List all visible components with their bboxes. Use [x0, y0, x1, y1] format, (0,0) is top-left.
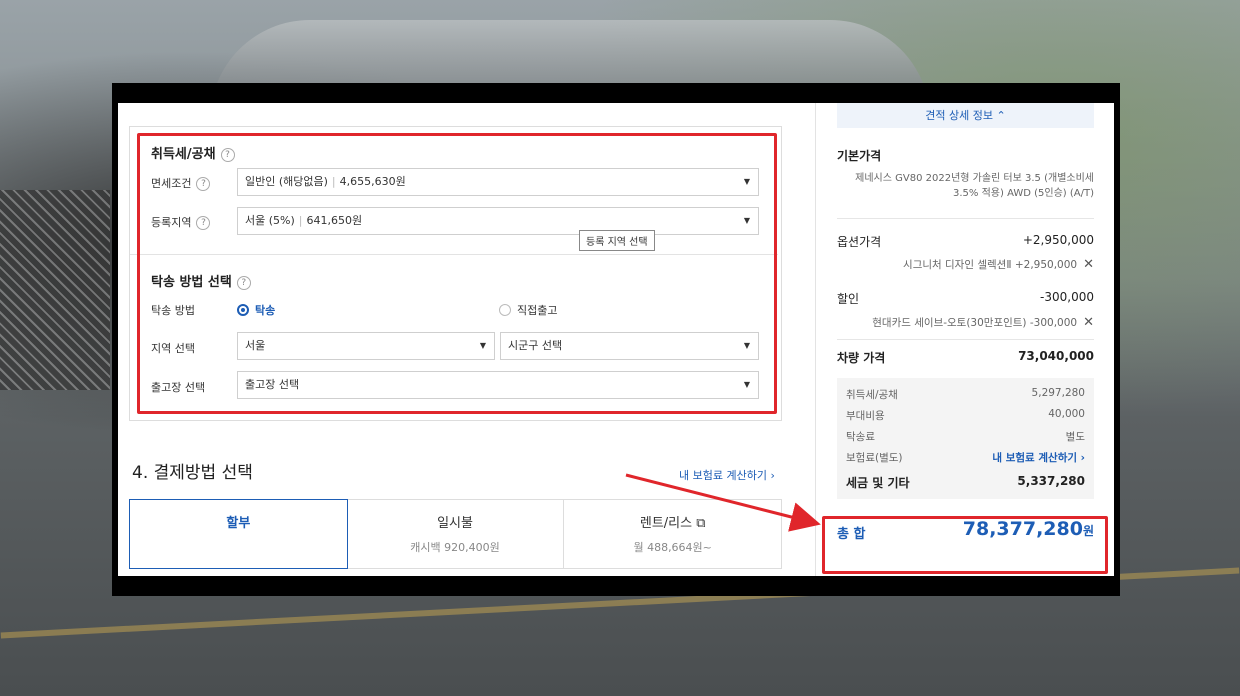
tax-total-row: 세금 및 기타 5,337,280: [846, 474, 1085, 490]
option-item-row: 시그니처 디자인 셀렉션Ⅱ +2,950,000 ✕: [903, 257, 1094, 272]
base-price-desc: 제네시스 GV80 2022년형 가솔린 터보 3.5 (개별소비세 3.5% …: [855, 173, 1094, 199]
tax-row: 탁송료 별도: [846, 431, 1085, 443]
tax-row: 취득세/공채 5,297,280: [846, 387, 1085, 401]
tax-row: 부대비용 40,000: [846, 408, 1085, 422]
base-price-label: 기본가격: [837, 149, 882, 163]
highlight-box-left: [137, 133, 777, 414]
highlight-box-total: [822, 516, 1108, 574]
left-column: 취득세/공채? 면세조건? 일반인 (해당없음) | 4,655,630원 ▼ 등록…: [118, 103, 815, 576]
discount-item-row: 현대카드 세이브-오토(30만포인트) -300,000 ✕: [872, 315, 1094, 330]
tab-installment[interactable]: 할부: [129, 499, 348, 569]
tax-row: 보험료(별도) 내 보험료 계산하기 ›: [846, 450, 1085, 465]
remove-option-icon[interactable]: ✕: [1083, 257, 1094, 272]
summary-column: 견적 상세 정보 ⌃ 기본가격 제네시스 GV80 2022년형 가솔린 터보 …: [815, 103, 1114, 576]
tab-rent-lease[interactable]: 렌트/리스 ⧉ 월 488,664원~: [564, 500, 781, 568]
insurance-link[interactable]: 내 보험료 계산하기 ›: [679, 467, 775, 483]
tax-breakdown-box: 취득세/공채 5,297,280 부대비용 40,000 탁송료 별도 보험료(별도)…: [837, 378, 1094, 499]
vehicle-price-row: 차량 가격 73,040,000: [837, 349, 1094, 365]
car-grille-shape: [0, 190, 110, 390]
discount-row: 할인 -300,000: [837, 290, 1094, 306]
divider: [837, 218, 1094, 219]
payment-title: 4. 결제방법 선택: [132, 463, 253, 483]
divider: [837, 339, 1094, 340]
estimate-panel: 취득세/공채? 면세조건? 일반인 (해당없음) | 4,655,630원 ▼ 등록…: [118, 103, 1114, 576]
estimate-detail-toggle[interactable]: 견적 상세 정보 ⌃: [837, 103, 1094, 128]
option-price-row: 옵션가격 +2,950,000: [837, 233, 1094, 249]
remove-discount-icon[interactable]: ✕: [1083, 315, 1094, 330]
insurance-calc-link[interactable]: 내 보험료 계산하기 ›: [992, 450, 1085, 465]
tab-lumpsum[interactable]: 일시불 캐시백 920,400원: [347, 500, 565, 568]
payment-tabs: 할부 일시불 캐시백 920,400원 렌트/리스 ⧉ 월 488,664원~: [129, 499, 782, 569]
